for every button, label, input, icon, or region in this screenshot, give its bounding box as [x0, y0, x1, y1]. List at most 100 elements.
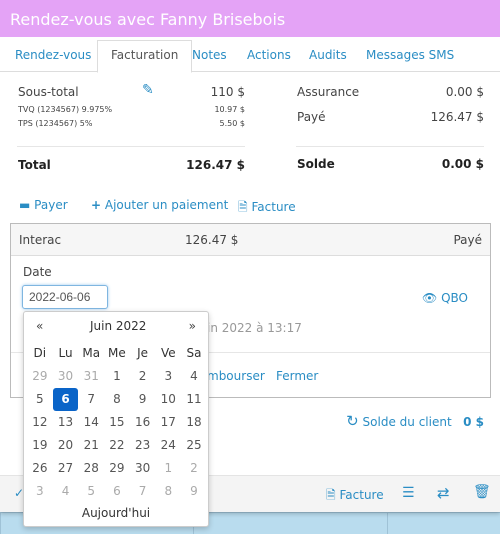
refund-button[interactable]: mbourser	[207, 369, 265, 383]
tab-facturation[interactable]: Facturation	[97, 40, 193, 73]
day-cell[interactable]: 1	[104, 365, 130, 388]
calendar-background-cell	[193, 512, 387, 534]
day-cell[interactable]: 20	[53, 434, 79, 457]
weekday-label: Me	[108, 346, 126, 360]
weekday-row: Di Lu Ma Me Je Ve Sa	[27, 342, 207, 365]
footer-invoice-button[interactable]: 🗎 Facture	[326, 486, 384, 507]
repeat-icon[interactable]: ⇄	[437, 484, 450, 502]
tab-actions[interactable]: Actions	[247, 41, 291, 72]
qbo-link[interactable]: 👁 QBO	[422, 291, 468, 305]
day-cell[interactable]: 6	[52, 388, 79, 411]
day-cell[interactable]: 24	[155, 434, 181, 457]
day-cell[interactable]: 18	[181, 411, 207, 434]
refresh-icon: ↻	[346, 412, 359, 430]
day-cell[interactable]: 7	[78, 388, 104, 411]
pay-label: Payer	[34, 198, 68, 212]
weekday-label: Ve	[160, 346, 176, 360]
today-button[interactable]: Aujourd'hui	[24, 506, 208, 520]
tps-label: TPS (1234567) 5%	[18, 119, 93, 128]
day-cell[interactable]: 29	[104, 457, 130, 480]
balance-label: Solde	[297, 157, 335, 171]
day-cell[interactable]: 19	[27, 434, 53, 457]
invoice-button[interactable]: 🗎 Facture	[238, 198, 296, 219]
day-cell[interactable]: 10	[155, 388, 181, 411]
client-balance-label: Solde du client	[362, 415, 452, 429]
day-cell[interactable]: 31	[78, 365, 104, 388]
day-cell[interactable]: 5	[27, 388, 53, 411]
day-cell[interactable]: 3	[27, 480, 53, 503]
day-cell[interactable]: 7	[130, 480, 156, 503]
day-cell[interactable]: 2	[130, 365, 156, 388]
week-row: 26 27 28 29 30 1 2	[27, 457, 207, 480]
day-cell[interactable]: 4	[53, 480, 79, 503]
day-cell[interactable]: 12	[27, 411, 53, 434]
day-cell[interactable]: 9	[181, 480, 207, 503]
day-cell[interactable]: 6	[104, 480, 130, 503]
payment-header[interactable]: Interac 126.47 $ Payé	[11, 224, 490, 256]
divider	[296, 146, 484, 147]
pay-button[interactable]: ▬ Payer	[19, 198, 68, 212]
week-row: 3456789	[27, 480, 207, 503]
day-cell[interactable]: 30	[130, 457, 156, 480]
payment-status: Payé	[453, 233, 482, 247]
prev-month-button[interactable]: «	[36, 319, 43, 333]
paid-value: 126.47 $	[430, 110, 484, 124]
week-row: 29 30 31 1 2 3 4	[27, 365, 207, 388]
plus-icon: +	[91, 198, 102, 212]
day-cell[interactable]: 15	[104, 411, 130, 434]
paid-label: Payé	[297, 110, 326, 124]
tab-notes[interactable]: Notes	[192, 41, 227, 72]
next-month-button[interactable]: »	[189, 319, 196, 333]
insurance-value: 0.00 $	[445, 85, 484, 99]
day-cell[interactable]: 13	[53, 411, 79, 434]
day-cell[interactable]: 14	[78, 411, 104, 434]
tps-value: 5.50 $	[219, 119, 245, 128]
qbo-label: QBO	[441, 291, 468, 305]
tab-rendez-vous[interactable]: Rendez-vous	[15, 41, 91, 72]
client-balance[interactable]: ↻ Solde du client 0 $	[346, 412, 484, 430]
weekday-label: Je	[137, 346, 149, 360]
divider	[17, 146, 245, 147]
tab-audits[interactable]: Audits	[309, 41, 347, 72]
day-cell[interactable]: 1	[155, 457, 181, 480]
eye-icon: 👁	[422, 291, 438, 305]
day-cell[interactable]: 27	[53, 457, 79, 480]
date-input[interactable]	[22, 285, 108, 309]
day-cell[interactable]: 22	[104, 434, 130, 457]
day-cell[interactable]: 11	[181, 388, 207, 411]
client-balance-value: 0 $	[463, 415, 484, 429]
day-cell[interactable]: 21	[78, 434, 104, 457]
credit-card-icon: ▬	[19, 198, 31, 212]
close-button[interactable]: Fermer	[276, 369, 318, 383]
day-cell[interactable]: 2	[181, 457, 207, 480]
day-cell[interactable]: 30	[53, 365, 79, 388]
day-cell[interactable]: 26	[27, 457, 53, 480]
insurance-label: Assurance	[297, 85, 360, 99]
weekday-label: Lu	[58, 346, 73, 360]
datepicker: « Juin 2022 » Di Lu Ma Me Je Ve Sa 29 30 31 1 2 3 4 5 6…	[23, 311, 209, 527]
day-cell[interactable]: 29	[27, 365, 53, 388]
weekday-label: Ma	[82, 346, 101, 360]
day-cell[interactable]: 3	[155, 365, 181, 388]
footer-invoice-label: Facture	[339, 488, 384, 502]
tab-messages-sms[interactable]: Messages SMS	[366, 41, 454, 72]
day-cell[interactable]: 17	[155, 411, 181, 434]
day-cell[interactable]: 5	[78, 480, 104, 503]
day-cell[interactable]: 16	[130, 411, 156, 434]
day-cell[interactable]: 8	[155, 480, 181, 503]
total-label: Total	[18, 158, 51, 172]
add-payment-button[interactable]: + Ajouter un paiement	[91, 198, 228, 212]
month-title[interactable]: Juin 2022	[90, 319, 146, 333]
day-cell[interactable]: 28	[78, 457, 104, 480]
modal-title: Rendez-vous avec Fanny Brisebois	[0, 0, 500, 37]
day-cell[interactable]: 23	[130, 434, 156, 457]
trash-icon[interactable]: 🗑	[473, 484, 491, 500]
day-cell[interactable]: 25	[181, 434, 207, 457]
edit-icon[interactable]: ✎	[142, 82, 154, 98]
week-row: 19 20 21 22 23 24 25	[27, 434, 207, 457]
day-cell[interactable]: 4	[181, 365, 207, 388]
receipt-icon[interactable]: ☰	[402, 485, 415, 501]
day-cell[interactable]: 8	[104, 388, 130, 411]
subtotal-value: 110 $	[210, 85, 245, 99]
day-cell[interactable]: 9	[130, 388, 156, 411]
